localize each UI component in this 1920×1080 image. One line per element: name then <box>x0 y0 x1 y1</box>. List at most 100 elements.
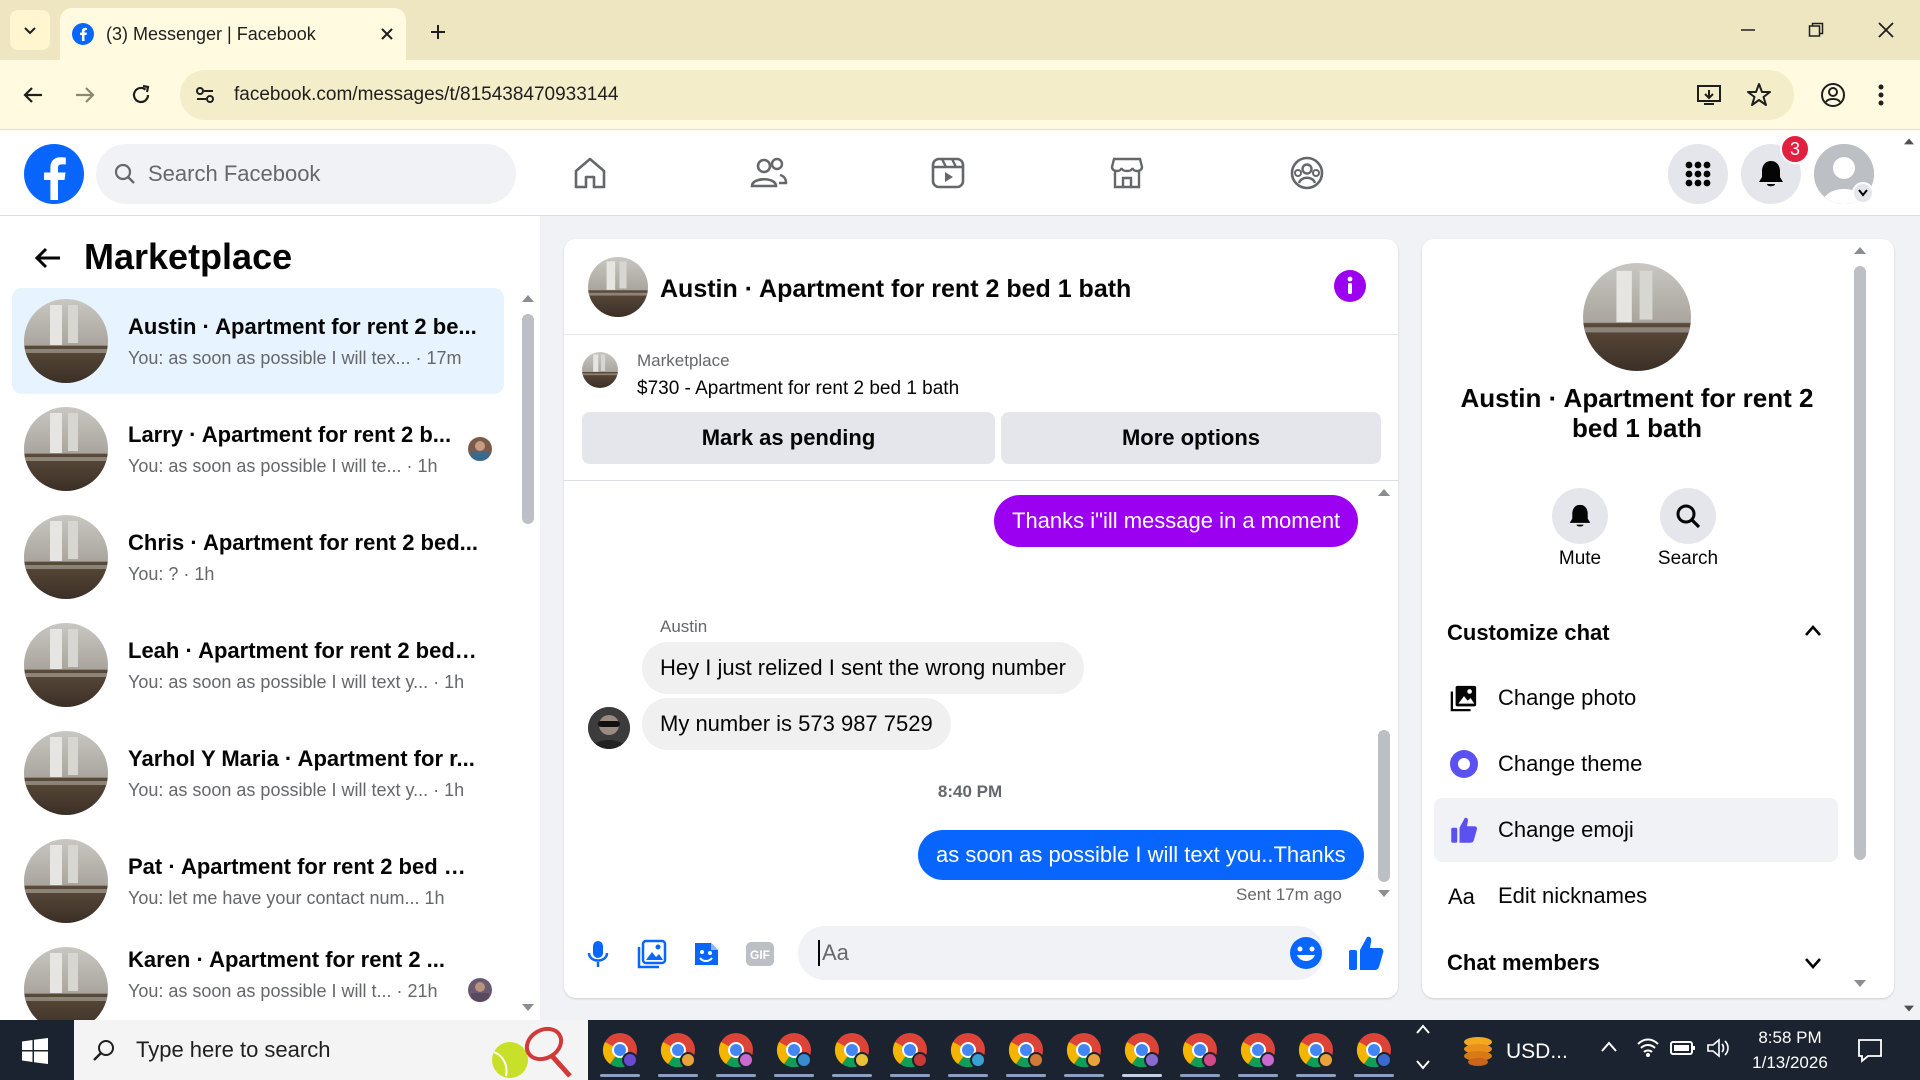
change-emoji-item[interactable]: Change emoji <box>1434 798 1838 862</box>
conversation-item[interactable]: Pat · Apartment for rent 2 bed 1 ... You:… <box>12 828 504 934</box>
restore-button[interactable] <box>1788 8 1844 52</box>
outgoing-message[interactable]: Thanks i"ill message in a moment <box>994 495 1359 547</box>
scroll-up-arrow[interactable] <box>1852 244 1868 256</box>
currency-widget-label[interactable]: USD... <box>1506 1040 1568 1064</box>
close-tab-icon[interactable] <box>380 27 394 41</box>
taskbar-scroll-up[interactable] <box>1416 1024 1430 1034</box>
taskbar-clock[interactable]: 8:58 PM 1/13/2026 <box>1742 1025 1838 1075</box>
details-avatar[interactable] <box>1583 263 1691 371</box>
notification-center-icon[interactable] <box>1856 1036 1884 1064</box>
conversation-item[interactable]: Austin · Apartment for rent 2 be... You: … <box>12 288 504 394</box>
minimize-button[interactable] <box>1720 8 1776 52</box>
gif-button[interactable]: GIF <box>742 936 778 972</box>
taskbar-chrome-icon[interactable] <box>1006 1030 1046 1070</box>
chat-scrollbar[interactable] <box>1378 730 1390 882</box>
address-bar[interactable]: facebook.com/messages/t/815438470933144 <box>180 70 1794 120</box>
currency-widget-icon[interactable] <box>1460 1034 1496 1068</box>
scroll-down-arrow[interactable] <box>1376 888 1392 900</box>
listing-thumbnail[interactable] <box>582 352 618 388</box>
taskbar-chrome-icon[interactable] <box>948 1030 988 1070</box>
taskbar-chrome-icon[interactable] <box>1064 1030 1104 1070</box>
chat-members-header[interactable]: Chat members <box>1447 950 1600 976</box>
search-in-conversation-button[interactable] <box>1660 488 1716 544</box>
volume-icon[interactable] <box>1706 1038 1730 1058</box>
taskbar-chrome-icon[interactable] <box>890 1030 930 1070</box>
conversation-item[interactable]: Chris · Apartment for rent 2 bed... You: … <box>12 504 504 610</box>
conversation-info-button[interactable] <box>1334 270 1366 302</box>
taskbar-chrome-icon[interactable] <box>1354 1030 1394 1070</box>
windows-start-button[interactable] <box>22 1038 48 1064</box>
back-button[interactable] <box>14 76 52 114</box>
nav-friends[interactable] <box>742 148 796 198</box>
browser-tab[interactable]: (3) Messenger | Facebook <box>60 8 406 60</box>
page-scroll-down-arrow[interactable] <box>1902 1004 1916 1014</box>
conversation-item[interactable]: Karen · Apartment for rent 2 ... You: as … <box>12 936 504 1020</box>
listing-title[interactable]: $730 - Apartment for rent 2 bed 1 bath <box>637 378 959 400</box>
change-theme-item[interactable]: Change theme <box>1434 732 1838 796</box>
scroll-down-arrow[interactable] <box>520 1002 536 1014</box>
taskbar-chrome-icon[interactable] <box>1122 1030 1162 1070</box>
scroll-up-arrow[interactable] <box>1376 486 1392 498</box>
chevron-down-icon[interactable] <box>1804 956 1822 970</box>
taskbar-chrome-icon[interactable] <box>1180 1030 1220 1070</box>
change-photo-item[interactable]: Change photo <box>1434 666 1838 730</box>
chat-list-scrollbar[interactable] <box>522 314 534 524</box>
profile-icon[interactable] <box>1820 82 1846 108</box>
close-window-button[interactable] <box>1858 8 1914 52</box>
edit-nicknames-item[interactable]: Aa Edit nicknames <box>1434 864 1838 928</box>
taskbar-chrome-icon[interactable] <box>832 1030 872 1070</box>
reload-button[interactable] <box>122 76 160 114</box>
details-scrollbar[interactable] <box>1854 266 1866 860</box>
voice-clip-button[interactable] <box>580 936 616 972</box>
incoming-message[interactable]: My number is 573 987 7529 <box>642 698 951 750</box>
chevron-up-icon[interactable] <box>1804 624 1822 638</box>
browser-menu-icon[interactable] <box>1876 82 1886 108</box>
taskbar-chrome-icon[interactable] <box>658 1030 698 1070</box>
taskbar-chrome-icon[interactable] <box>1296 1030 1336 1070</box>
taskbar-chrome-icon[interactable] <box>774 1030 814 1070</box>
facebook-search-input[interactable]: Search Facebook <box>96 144 516 204</box>
taskbar-search-box[interactable]: Type here to search <box>74 1020 588 1080</box>
nav-marketplace[interactable] <box>1100 148 1154 198</box>
new-tab-button[interactable] <box>420 14 456 50</box>
page-scroll-up-arrow[interactable] <box>1902 136 1916 146</box>
bookmark-star-icon[interactable] <box>1746 82 1772 108</box>
scroll-down-arrow[interactable] <box>1852 978 1868 990</box>
battery-icon[interactable] <box>1670 1040 1696 1056</box>
conversation-item[interactable]: Larry · Apartment for rent 2 b... You: as… <box>12 396 504 502</box>
sticker-button[interactable] <box>688 936 724 972</box>
chat-avatar[interactable] <box>588 257 648 317</box>
mute-button[interactable] <box>1552 488 1608 544</box>
taskbar-chrome-icon[interactable] <box>600 1030 640 1070</box>
install-app-icon[interactable] <box>1696 82 1722 108</box>
back-to-chats-button[interactable] <box>28 238 68 278</box>
conversation-item[interactable]: Yarhol Y Maria · Apartment for r... You: … <box>12 720 504 826</box>
incoming-message[interactable]: Hey I just relized I sent the wrong numb… <box>642 642 1084 694</box>
tab-search-dropdown[interactable] <box>10 10 50 50</box>
sender-avatar[interactable] <box>588 707 630 749</box>
message-input[interactable]: Aa <box>798 926 1324 980</box>
mark-as-pending-button[interactable]: Mark as pending <box>582 412 995 464</box>
forward-button[interactable] <box>66 76 104 114</box>
taskbar-chrome-icon[interactable] <box>716 1030 756 1070</box>
emoji-button[interactable] <box>1288 935 1324 971</box>
taskbar-scroll-down[interactable] <box>1416 1060 1430 1070</box>
conversation-item[interactable]: Leah · Apartment for rent 2 bed ... You: … <box>12 612 504 718</box>
send-like-button[interactable] <box>1346 933 1386 973</box>
nav-gaming[interactable] <box>1280 148 1334 198</box>
account-caret[interactable] <box>1852 182 1874 204</box>
scroll-up-arrow[interactable] <box>520 292 536 304</box>
site-info-icon[interactable] <box>194 84 216 106</box>
outgoing-message[interactable]: as soon as possible I will text you..Tha… <box>918 830 1364 880</box>
tray-chevron-up-icon[interactable] <box>1600 1040 1618 1054</box>
taskbar-chrome-icon[interactable] <box>1238 1030 1278 1070</box>
more-options-button[interactable]: More options <box>1001 412 1381 464</box>
menu-button[interactable] <box>1668 144 1728 204</box>
nav-home[interactable] <box>563 148 617 198</box>
customize-chat-header[interactable]: Customize chat <box>1447 620 1610 646</box>
wifi-icon[interactable] <box>1636 1036 1660 1058</box>
chat-title[interactable]: Austin · Apartment for rent 2 bed 1 bath <box>660 275 1131 304</box>
nav-video[interactable] <box>921 148 975 198</box>
facebook-logo[interactable] <box>24 144 84 204</box>
attach-photo-button[interactable] <box>634 936 670 972</box>
